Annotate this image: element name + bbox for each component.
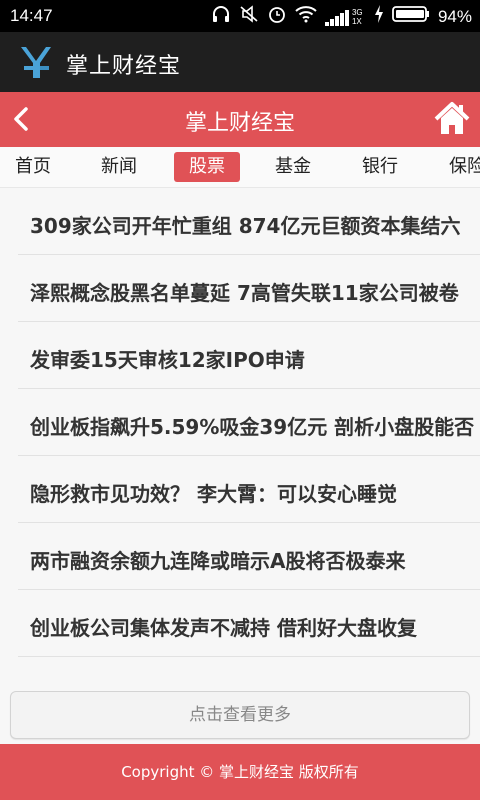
status-icons: 3G 1X 94%: [211, 5, 472, 28]
headphones-icon: [211, 5, 231, 28]
list-item[interactable]: 发审委15天审核12家IPO申请: [18, 322, 480, 389]
tab-stocks[interactable]: 股票: [174, 152, 240, 182]
tab-banks[interactable]: 银行: [349, 152, 411, 182]
list-item[interactable]: 隐形救市见功效？ 李大霄：可以安心睡觉: [18, 456, 480, 523]
status-bar: 14:47 3G 1X 94%: [0, 0, 480, 32]
category-tabs: 首页 新闻 股票 基金 银行 保险: [0, 147, 480, 188]
news-title: 两市融资余额九连降或暗示A股将否极泰来: [30, 549, 406, 573]
tab-home[interactable]: 首页: [2, 152, 64, 182]
list-item[interactable]: 309家公司开年忙重组 874亿元巨额资本集结六: [18, 188, 480, 255]
copyright-text: Copyright © 掌上财经宝 版权所有: [121, 763, 359, 781]
list-item[interactable]: 创业板公司集体发声不减持 借利好大盘收复: [18, 590, 480, 657]
list-item[interactable]: 两市融资余额九连降或暗示A股将否极泰来: [18, 523, 480, 590]
tab-insurance[interactable]: 保险: [436, 152, 480, 182]
yen-logo-icon: [20, 44, 56, 80]
wifi-icon: [295, 5, 317, 28]
load-more-button[interactable]: 点击查看更多: [10, 691, 470, 739]
network-type: 3G 1X: [351, 7, 363, 26]
news-title: 309家公司开年忙重组 874亿元巨额资本集结六: [30, 214, 461, 238]
status-time: 14:47: [10, 6, 53, 25]
footer: Copyright © 掌上财经宝 版权所有: [0, 744, 480, 800]
news-title: 发审委15天审核12家IPO申请: [30, 348, 305, 372]
news-title: 泽熙概念股黑名单蔓延 7高管失联11家公司被卷: [30, 281, 459, 305]
news-title: 创业板指飙升5.59%吸金39亿元 剖析小盘股能否: [30, 415, 475, 439]
battery-icon: [392, 5, 430, 28]
app-title: 掌上财经宝: [66, 54, 182, 79]
news-list: 309家公司开年忙重组 874亿元巨额资本集结六 泽熙概念股黑名单蔓延 7高管失…: [0, 188, 480, 744]
news-title: 隐形救市见功效？ 李大霄：可以安心睡觉: [30, 482, 397, 506]
list-item[interactable]: 泽熙概念股黑名单蔓延 7高管失联11家公司被卷: [18, 255, 480, 322]
mute-icon: [239, 5, 259, 28]
app-titlebar: 掌上财经宝: [0, 32, 480, 92]
signal-icon: 3G 1X: [324, 7, 366, 26]
alarm-icon: [267, 5, 287, 28]
home-icon[interactable]: [434, 100, 470, 138]
charging-icon: [374, 5, 384, 28]
page-title: 掌上财经宝: [184, 111, 295, 136]
battery-percent: 94%: [437, 6, 472, 26]
tab-news[interactable]: 新闻: [88, 152, 150, 182]
tab-funds[interactable]: 基金: [262, 152, 324, 182]
list-item[interactable]: 创业板指飙升5.59%吸金39亿元 剖析小盘股能否: [18, 389, 480, 456]
page-header: 掌上财经宝: [0, 92, 480, 147]
news-title: 创业板公司集体发声不减持 借利好大盘收复: [30, 616, 417, 640]
